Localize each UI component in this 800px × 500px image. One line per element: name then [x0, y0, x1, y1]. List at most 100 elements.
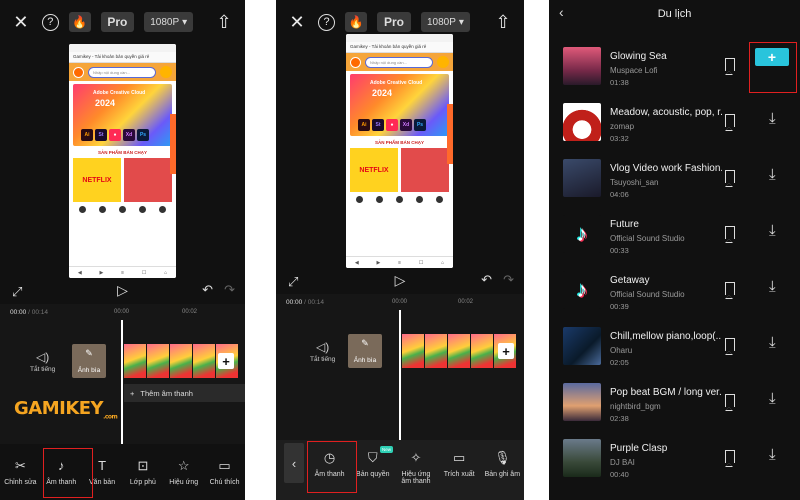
add-audio-track[interactable]: + Thêm âm thanh: [124, 384, 245, 402]
playback-controls: ⤢ ▷ ↶ ↷: [0, 280, 245, 304]
track-row[interactable]: Meadow, acoustic, pop, r... zomap 03:32 …: [549, 94, 800, 150]
track-row[interactable]: Purple Clasp DJ BAI 00:40 ⤓: [549, 430, 800, 486]
tool-overlay[interactable]: ⊡ Lớp phủ: [123, 458, 163, 486]
download-icon[interactable]: ⤓: [769, 222, 776, 239]
back-button[interactable]: ‹: [284, 443, 304, 483]
help-icon[interactable]: ?: [41, 13, 59, 31]
download-icon[interactable]: ⤓: [769, 334, 776, 351]
tool-voiceover[interactable]: 🎙 Bản ghi âm: [482, 450, 522, 478]
track-row[interactable]: Chill,mellow piano,loop(... Oharu 02:05 …: [549, 318, 800, 374]
product-netflix: NETFLIX: [73, 158, 121, 202]
add-clip-button[interactable]: +: [218, 353, 234, 369]
download-icon[interactable]: ⤓: [769, 446, 776, 463]
gamikey-watermark: GAMIKEY.com: [14, 398, 118, 421]
resolution-dropdown[interactable]: 1080P ▾: [421, 12, 470, 32]
track-name: Vlog Video work Fashion...: [610, 163, 722, 174]
sparkle-icon: ✧: [410, 450, 422, 465]
tool-edit[interactable]: ✂ Chỉnh sửa: [0, 458, 40, 486]
cover-thumbnail[interactable]: ✎ Ảnh bìa: [348, 334, 382, 368]
track-name: Glowing Sea: [610, 51, 667, 62]
track-artist: Tsuyoshi_san: [610, 178, 659, 187]
track-duration: 00:39: [610, 302, 629, 311]
side-tab: [447, 104, 453, 164]
tick-label: 00:02: [458, 299, 474, 305]
mute-label: Tắt tiếng: [310, 356, 336, 363]
tool-captions[interactable]: ▭ Chú thích: [205, 458, 245, 486]
fire-icon[interactable]: 🔥: [68, 12, 91, 32]
playhead[interactable]: [121, 320, 123, 444]
bookmark-icon[interactable]: [725, 170, 735, 187]
cover-thumbnail[interactable]: ✎ Ảnh bìa: [72, 344, 106, 378]
track-name: Meadow, acoustic, pop, r...: [610, 107, 722, 118]
bookmark-icon[interactable]: [725, 338, 735, 355]
phone-status-bar: [69, 44, 176, 52]
bookmark-icon[interactable]: [725, 282, 735, 299]
tool-copyright[interactable]: ⛉ Bản quyền: [353, 450, 393, 478]
banner-title: Adobe Creative Cloud: [93, 90, 146, 96]
export-icon[interactable]: ⇧: [492, 11, 514, 33]
scissors-icon: ✂: [14, 458, 26, 473]
track-duration: 02:05: [610, 358, 629, 367]
undo-icon[interactable]: ↶: [202, 282, 213, 298]
playback-controls: ⤢ ▷ ↶ ↷: [276, 270, 524, 294]
tick-label: 00:00: [392, 299, 408, 305]
bookmark-icon[interactable]: [725, 394, 735, 411]
pro-button[interactable]: Pro: [377, 12, 411, 32]
tool-extract[interactable]: ▭ Trích xuất: [439, 450, 479, 478]
fire-icon[interactable]: 🔥: [345, 12, 367, 32]
product-card-2: [401, 148, 449, 192]
add-clip-button[interactable]: +: [498, 343, 514, 359]
cover-label: Ảnh bìa: [353, 357, 377, 364]
resolution-dropdown[interactable]: 1080P ▾: [144, 12, 194, 32]
bookmark-icon[interactable]: [725, 226, 735, 243]
track-name: Purple Clasp: [610, 443, 668, 454]
help-icon[interactable]: ?: [318, 13, 335, 31]
tool-label: Chỉnh sửa: [4, 479, 37, 486]
watermark-suffix: .com: [103, 413, 118, 421]
redo-icon[interactable]: ↷: [503, 272, 514, 288]
phone-search-bar: Nhập nội dung cần...: [346, 53, 453, 71]
playhead[interactable]: [399, 310, 401, 440]
track-row[interactable]: Pop beat BGM / long ver... nightbird_bgm…: [549, 374, 800, 430]
pro-button[interactable]: Pro: [100, 12, 135, 32]
editor-panel-1: ✕ ? 🔥 Pro 1080P ▾ ⇧ Gamikey - Tài khoản b…: [0, 0, 245, 500]
bookmark-icon[interactable]: [725, 114, 735, 131]
play-icon[interactable]: ▷: [395, 272, 406, 289]
track-artist: zomap: [610, 122, 635, 131]
tool-sound-effects[interactable]: ✧ Hiệu ứng âm thanh: [396, 450, 436, 485]
undo-icon[interactable]: ↶: [481, 272, 492, 288]
export-icon[interactable]: ⇧: [213, 11, 235, 33]
mute-toggle[interactable]: ◁) Tắt tiếng: [30, 350, 55, 373]
product-cards: NETFLIX: [346, 148, 453, 192]
promo-banner: Adobe Creative Cloud 2024 Ai St ● Xd Ps: [350, 74, 449, 136]
track-row[interactable]: ♪ Future Official Sound Studio 00:33 ⤓: [549, 206, 800, 262]
download-icon[interactable]: ⤓: [769, 166, 776, 183]
speaker-icon: ◁): [36, 350, 50, 364]
close-icon[interactable]: ✕: [286, 11, 308, 33]
tool-label: Bản quyền: [356, 471, 390, 478]
play-icon[interactable]: ▷: [117, 282, 128, 299]
tool-effects[interactable]: ☆ Hiệu ứng: [164, 458, 204, 486]
menu-icon: [350, 56, 361, 68]
fullscreen-icon[interactable]: ⤢: [12, 284, 22, 300]
track-thumbnail: [563, 159, 601, 197]
track-row[interactable]: ♪ Getaway Official Sound Studio 00:39 ⤓: [549, 262, 800, 318]
download-icon[interactable]: ⤓: [769, 110, 776, 127]
bookmark-icon[interactable]: [725, 58, 735, 75]
speaker-icon: ◁): [316, 340, 330, 354]
mute-toggle[interactable]: ◁) Tắt tiếng: [310, 340, 335, 363]
pencil-icon: ✎: [361, 338, 369, 348]
track-duration: 00:33: [610, 246, 629, 255]
bookmark-icon[interactable]: [725, 450, 735, 467]
download-icon[interactable]: ⤓: [769, 278, 776, 295]
watermark-text: GAMIKEY: [14, 398, 104, 419]
fullscreen-icon[interactable]: ⤢: [288, 274, 298, 290]
redo-icon[interactable]: ↷: [224, 282, 235, 298]
phone-icons-row: [69, 202, 176, 215]
audio-tool-highlight: [43, 448, 93, 498]
tick-label: 00:00: [114, 309, 130, 315]
download-icon[interactable]: ⤓: [769, 390, 776, 407]
track-row[interactable]: Vlog Video work Fashion... Tsuyoshi_san …: [549, 150, 800, 206]
close-icon[interactable]: ✕: [10, 11, 32, 33]
total-time: 00:14: [31, 309, 48, 316]
